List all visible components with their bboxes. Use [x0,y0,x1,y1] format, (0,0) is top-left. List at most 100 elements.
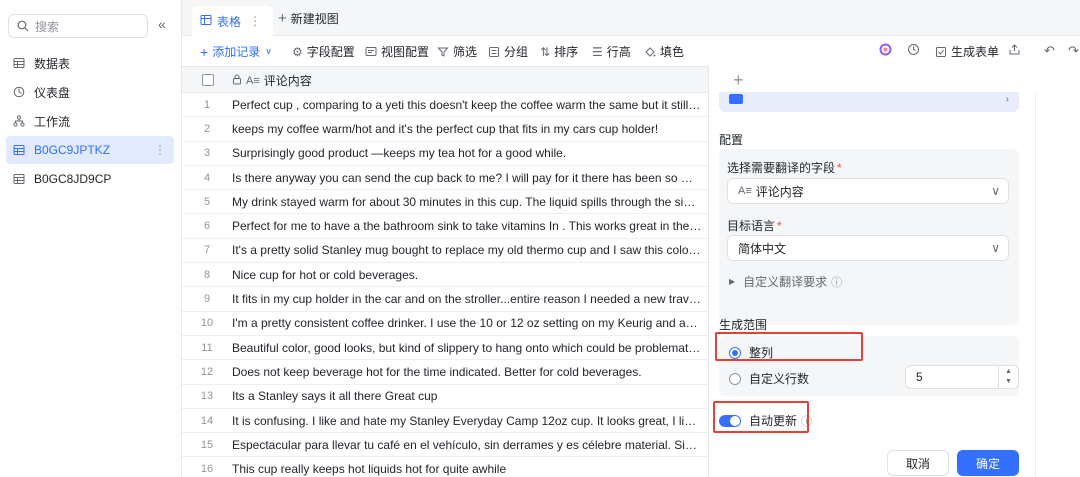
comment-cell[interactable]: Its a Stanley says it all there Great cu… [232,389,702,403]
share-button[interactable] [1008,43,1021,59]
comment-cell[interactable]: Surprisingly good product —keeps my tea … [232,146,702,160]
table-icon [12,56,26,70]
comment-cell[interactable]: It's a pretty solid Stanley mug bought t… [232,243,702,257]
group-button[interactable]: 分组 [488,43,528,60]
add-field-icon[interactable]: + [733,70,744,91]
tab-grid-view[interactable]: 表格 ⋮ [192,6,274,36]
comment-cell[interactable]: Does not keep beverage hot for the time … [232,365,702,379]
required-mark: * [837,161,842,175]
table-row[interactable]: 14 It is confusing. I like and hate my St… [182,409,708,434]
row-number: 11 [201,341,213,354]
table-row[interactable]: 5 My drink stayed warm for about 30 minut… [182,190,708,215]
stepper-arrows[interactable]: ▲ ▼ [998,366,1018,388]
search-input[interactable]: 搜索 [8,14,148,38]
comment-cell[interactable]: Espectacular para llevar tu café en el v… [232,438,702,452]
table-row[interactable]: 7 It's a pretty solid Stanley mug bought … [182,239,708,264]
filter-button[interactable]: 筛选 [437,43,477,60]
row-number: 7 [203,244,211,257]
comment-cell[interactable]: I'm a pretty consistent coffee drinker. … [232,316,702,330]
table-row[interactable]: 3 Surprisingly good product —keeps my tea… [182,142,708,166]
range-custom-option[interactable]: 自定义行数 [729,370,809,387]
comment-cell[interactable]: Nice cup for hot or cold beverages. [232,268,702,282]
sidebar-item-b0gc9jptkz[interactable]: B0GC9JPTKZ ⋮ [6,136,174,164]
comment-cell[interactable]: My drink stayed warm for about 30 minute… [232,195,702,209]
plus-icon: + [278,10,287,27]
share-icon [1008,43,1021,59]
collapse-sidebar-icon[interactable]: « [158,16,166,32]
add-record-button[interactable]: + 添加记录 ∨ [200,43,272,60]
view-config-button[interactable]: 视图配置 [365,43,429,60]
table-row[interactable]: 4 Is there anyway you can send the cup ba… [182,166,708,191]
sidebar-item-label: 数据表 [34,56,71,71]
sidebar-item-workflow[interactable]: 工作流 [6,107,174,135]
field-config-button[interactable]: ⚙ 字段配置 [292,43,355,60]
fill-color-button[interactable]: 填色 [644,43,684,60]
comment-cell[interactable]: Beautiful color, good looks, but kind of… [232,341,702,355]
comment-cell[interactable]: It fits in my cup holder in the car and … [232,292,702,306]
view-tabbar: 表格 ⋮ + 新建视图 [182,0,1080,36]
undo-button[interactable]: ↶ [1044,43,1055,59]
sidebar-item-b0gc8jd9cp[interactable]: B0GC8JD9CP [6,165,174,193]
more-vertical-icon[interactable]: ⋮ [154,143,166,157]
column-header-comment[interactable]: A≡ 评论内容 [232,72,312,89]
text-field-icon: A≡ [738,185,752,197]
table-row[interactable]: 1 Perfect cup , comparing to a yeti this … [182,93,708,118]
comment-cell[interactable]: Is there anyway you can send the cup bac… [232,171,702,185]
sidebar-item-dashboard[interactable]: 仪表盘 [6,78,174,106]
chevron-up-icon[interactable]: ▲ [1005,367,1012,377]
view-settings-icon [365,46,377,58]
table-row[interactable]: 13 Its a Stanley says it all there Great … [182,385,708,409]
comment-cell[interactable]: This cup really keeps hot liquids hot fo… [232,462,702,476]
row-height-label: 行高 [606,45,631,59]
plugin-card[interactable]: › [719,92,1019,112]
row-number: 10 [200,317,214,330]
table-row[interactable]: 10 I'm a pretty consistent coffee drinker… [182,312,708,336]
field-select-label: 选择需要翻译的字段 * [727,159,842,176]
chevron-down-icon[interactable]: ▼ [1005,377,1012,387]
panel-body: › 配置 选择需要翻译的字段 * A≡ 评论内容 ∨ 目标语言 * 简体中文 ∨ ▶… [709,92,1035,477]
row-count-stepper[interactable]: 5 ▲ ▼ [905,365,1019,389]
ai-plugin-button[interactable] [879,43,892,59]
comment-cell[interactable]: Perfect cup , comparing to a yeti this d… [232,98,702,112]
table-row[interactable]: 15 Espectacular para llevar tu café en el… [182,433,708,458]
row-height-icon: ☰ [592,44,603,59]
ai-logo-icon [879,43,892,59]
new-view-label: 新建视图 [290,12,339,26]
select-all-checkbox[interactable] [202,74,214,86]
info-icon[interactable]: ⓘ [831,274,842,290]
generate-form-button[interactable]: 生成表单 [935,43,999,60]
table-row[interactable]: 6 Perfect for me to have a the bathroom s… [182,215,708,239]
row-number: 4 [203,171,211,184]
highlight-box [715,332,863,361]
target-language-label-text: 目标语言 [727,219,776,233]
text-field-icon: A≡ [246,74,260,87]
target-language-select[interactable]: 简体中文 ∨ [727,235,1009,261]
history-button[interactable] [907,43,920,59]
table-row[interactable]: 2 keeps my coffee warm/hot and it's the p… [182,117,708,142]
comment-cell[interactable]: keeps my coffee warm/hot and it's the pe… [232,122,702,136]
row-number: 15 [200,438,214,451]
table-row[interactable]: 12 Does not keep beverage hot for the tim… [182,360,708,385]
generate-form-label: 生成表单 [951,45,1000,59]
comment-cell[interactable]: It is confusing. I like and hate my Stan… [232,414,702,428]
sidebar-item-datatable[interactable]: 数据表 [6,49,174,77]
field-select-label-text: 选择需要翻译的字段 [727,161,836,175]
redo-button[interactable]: ↷ [1068,43,1079,59]
more-vertical-icon[interactable]: ⋮ [249,14,261,28]
undo-icon: ↶ [1044,43,1055,58]
table-row[interactable]: 9 It fits in my cup holder in the car and… [182,287,708,312]
confirm-button[interactable]: 确定 [957,450,1019,476]
table-row[interactable]: 11 Beautiful color, good looks, but kind … [182,336,708,361]
custom-requirement-toggle[interactable]: ▶ 自定义翻译要求 ⓘ [729,273,842,290]
new-view-button[interactable]: + 新建视图 [278,10,339,27]
cancel-button[interactable]: 取消 [887,450,949,476]
row-number: 2 [203,122,211,135]
radio-unselected[interactable] [729,372,741,385]
chevron-down-icon: ∨ [265,46,272,56]
row-height-button[interactable]: ☰ 行高 [592,43,631,60]
sort-button[interactable]: ⇅ 排序 [540,43,578,60]
comment-cell[interactable]: Perfect for me to have a the bathroom si… [232,219,702,233]
field-select[interactable]: A≡ 评论内容 ∨ [727,178,1009,204]
table-row[interactable]: 8 Nice cup for hot or cold beverages. [182,263,708,288]
table-row[interactable]: 16 This cup really keeps hot liquids hot … [182,458,708,477]
